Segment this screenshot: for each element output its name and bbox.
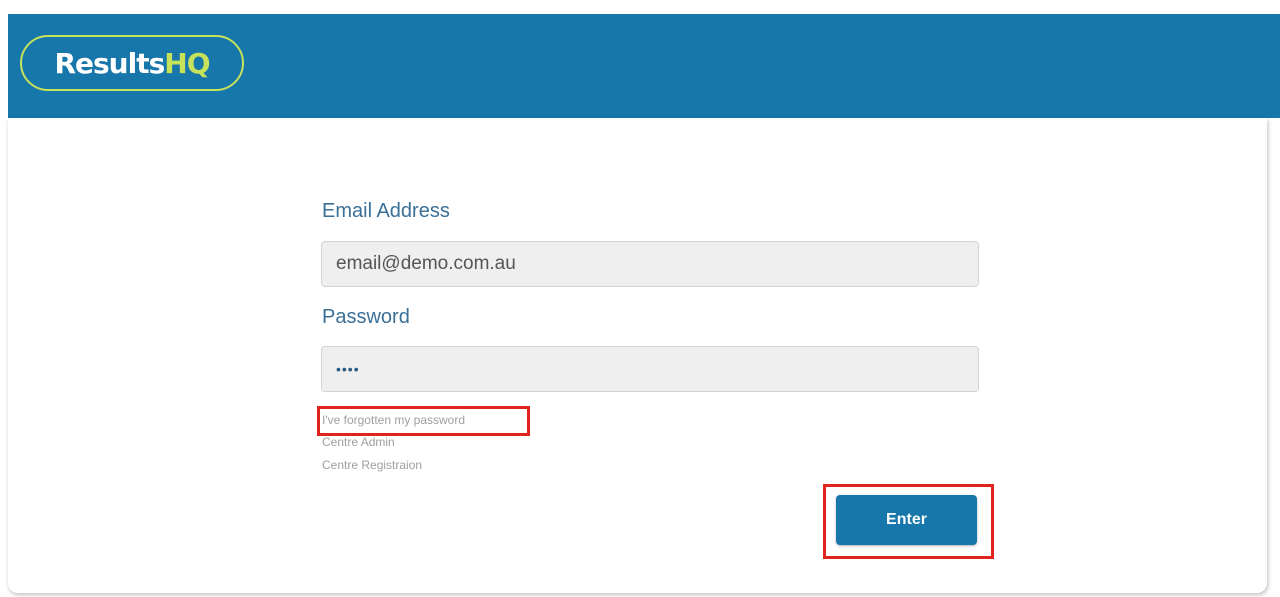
page: ResultsHQ Email Address email@demo.com.a…	[0, 0, 1280, 597]
email-label: Email Address	[322, 200, 450, 222]
login-card: Email Address email@demo.com.au Password…	[8, 118, 1267, 593]
password-input-value: ••••	[336, 361, 360, 377]
password-input[interactable]: ••••	[321, 346, 979, 392]
enter-button[interactable]: Enter	[836, 495, 977, 545]
password-label: Password	[322, 306, 410, 328]
forgot-password-highlight	[317, 406, 530, 436]
app-header: ResultsHQ	[8, 14, 1280, 118]
email-input[interactable]: email@demo.com.au	[321, 241, 979, 287]
logo-accent-text: HQ	[164, 46, 210, 80]
enter-button-label: Enter	[886, 511, 927, 528]
logo-text: ResultsHQ	[54, 46, 210, 80]
centre-registration-link[interactable]: Centre Registraion	[322, 458, 422, 472]
results-hq-logo[interactable]: ResultsHQ	[20, 35, 244, 91]
logo-main-text: Results	[54, 46, 165, 80]
email-input-value: email@demo.com.au	[336, 253, 516, 274]
centre-admin-link[interactable]: Centre Admin	[322, 435, 395, 449]
